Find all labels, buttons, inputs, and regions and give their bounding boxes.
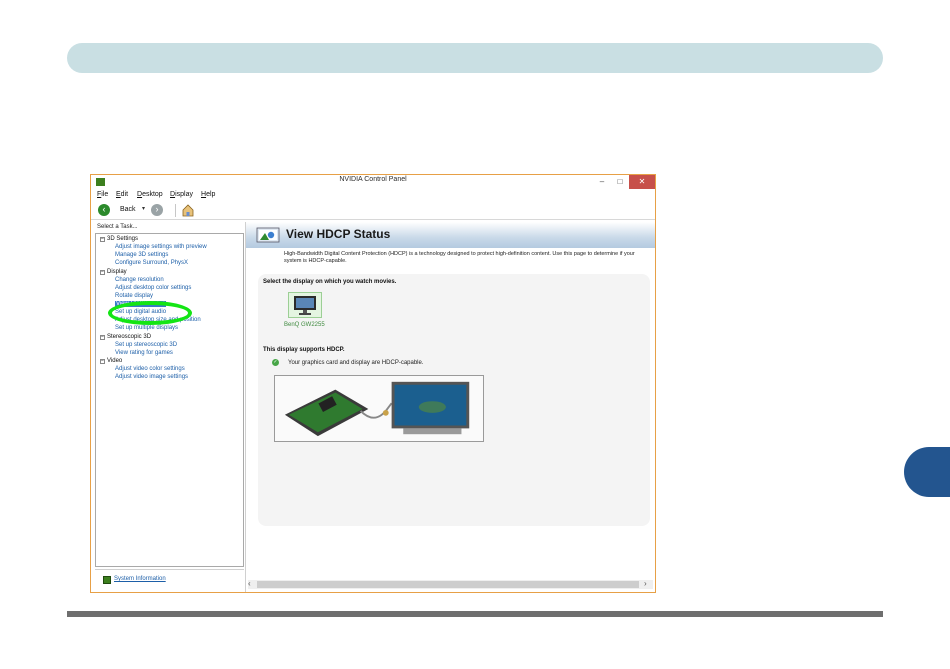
monitor-name-label[interactable]: BenQ GW2255 — [284, 322, 325, 328]
tree-item-set-up-stereoscopic-3d[interactable]: Set up stereoscopic 3D — [115, 342, 177, 348]
tree-item-adjust-video-image[interactable]: Adjust video image settings — [115, 374, 188, 380]
window-title: NVIDIA Control Panel — [339, 176, 407, 183]
monitor-graphic — [294, 296, 316, 315]
tree-item-change-resolution[interactable]: Change resolution — [115, 277, 164, 283]
scroll-right-icon[interactable]: › — [644, 579, 652, 589]
back-arrow-icon: ‹ — [102, 204, 106, 214]
highlight-ring-annotation — [108, 301, 192, 325]
back-label[interactable]: Back — [120, 206, 136, 213]
supports-hdcp-label: This display supports HDCP. — [263, 347, 345, 353]
tree-item-adjust-desktop-color[interactable]: Adjust desktop color settings — [115, 285, 191, 291]
sidebar-title: Select a Task... — [97, 224, 138, 230]
content-header: View HDCP Status — [246, 222, 655, 248]
collapse-icon[interactable]: − — [100, 359, 105, 364]
toolbar: ‹ Back ▾ › — [91, 200, 655, 220]
hdcp-illustration — [274, 375, 484, 442]
tree-item-configure-surround[interactable]: Configure Surround, PhysX — [115, 260, 188, 266]
menu-bar: File Edit Desktop Display Help — [91, 190, 655, 200]
content-pane: View HDCP Status High-Bandwidth Digital … — [245, 222, 655, 592]
history-dropdown-icon[interactable]: ▾ — [142, 205, 145, 212]
collapse-icon[interactable]: − — [100, 270, 105, 275]
page-description: High-Bandwidth Digital Content Protectio… — [284, 251, 635, 264]
minimize-button[interactable]: – — [593, 175, 611, 189]
close-button[interactable]: ✕ — [629, 175, 655, 189]
check-icon: ✓ — [272, 359, 279, 366]
hdcp-header-icon — [256, 227, 280, 243]
tree-category-video[interactable]: − Video — [100, 358, 122, 364]
hdcp-status-text: Your graphics card and display are HDCP-… — [288, 360, 424, 366]
title-bar: NVIDIA Control Panel – □ ✕ — [91, 175, 655, 189]
forward-button[interactable]: › — [151, 204, 163, 216]
system-information-link[interactable]: System Information — [114, 576, 166, 582]
tree-category-stereoscopic-3d[interactable]: − Stereoscopic 3D — [100, 334, 151, 340]
task-sidebar: Select a Task... −3D Settings Adjust ima… — [93, 222, 244, 592]
horizontal-scrollbar[interactable]: ‹ › — [248, 579, 653, 589]
home-icon[interactable] — [181, 203, 195, 217]
scroll-left-icon[interactable]: ‹ — [248, 579, 256, 589]
menu-display[interactable]: Display — [170, 191, 193, 198]
monitor-icon[interactable] — [288, 292, 322, 318]
hdcp-info-panel: Select the display on which you watch mo… — [258, 274, 650, 526]
menu-file[interactable]: File — [97, 191, 108, 198]
page-header-bar — [67, 43, 883, 73]
menu-help[interactable]: Help — [201, 191, 215, 198]
chapter-tab — [904, 447, 950, 497]
tree-item-rotate-display[interactable]: Rotate display — [115, 293, 153, 299]
system-information-area: System Information — [95, 569, 244, 590]
select-display-label: Select the display on which you watch mo… — [263, 279, 397, 285]
tree-item-adjust-video-color[interactable]: Adjust video color settings — [115, 366, 185, 372]
collapse-icon[interactable]: − — [100, 335, 105, 340]
maximize-button[interactable]: □ — [611, 175, 629, 189]
tree-category-3d-settings[interactable]: −3D Settings — [100, 236, 138, 242]
menu-edit[interactable]: Edit — [116, 191, 128, 198]
forward-arrow-icon: › — [155, 204, 159, 214]
nvidia-control-panel-window: NVIDIA Control Panel – □ ✕ File Edit Des… — [90, 174, 656, 593]
back-button[interactable]: ‹ — [98, 204, 110, 216]
system-info-icon — [103, 576, 111, 584]
tree-item-view-rating-for-games[interactable]: View rating for games — [115, 350, 173, 356]
page-footer-line — [67, 611, 883, 617]
page-title: View HDCP Status — [286, 227, 391, 241]
manual-page: NVIDIA Control Panel – □ ✕ File Edit Des… — [0, 0, 950, 669]
tree-item-set-up-multiple-displays[interactable]: Set up multiple displays — [115, 325, 178, 331]
menu-desktop[interactable]: Desktop — [137, 191, 163, 198]
tree-category-display[interactable]: − Display — [100, 269, 127, 275]
scroll-thumb[interactable] — [257, 581, 639, 588]
tree-item-adjust-image-settings[interactable]: Adjust image settings with preview — [115, 244, 207, 250]
toolbar-separator — [175, 204, 176, 217]
task-tree: −3D Settings Adjust image settings with … — [95, 233, 244, 567]
collapse-icon[interactable]: − — [100, 237, 105, 242]
tree-item-manage-3d-settings[interactable]: Manage 3D settings — [115, 252, 168, 258]
